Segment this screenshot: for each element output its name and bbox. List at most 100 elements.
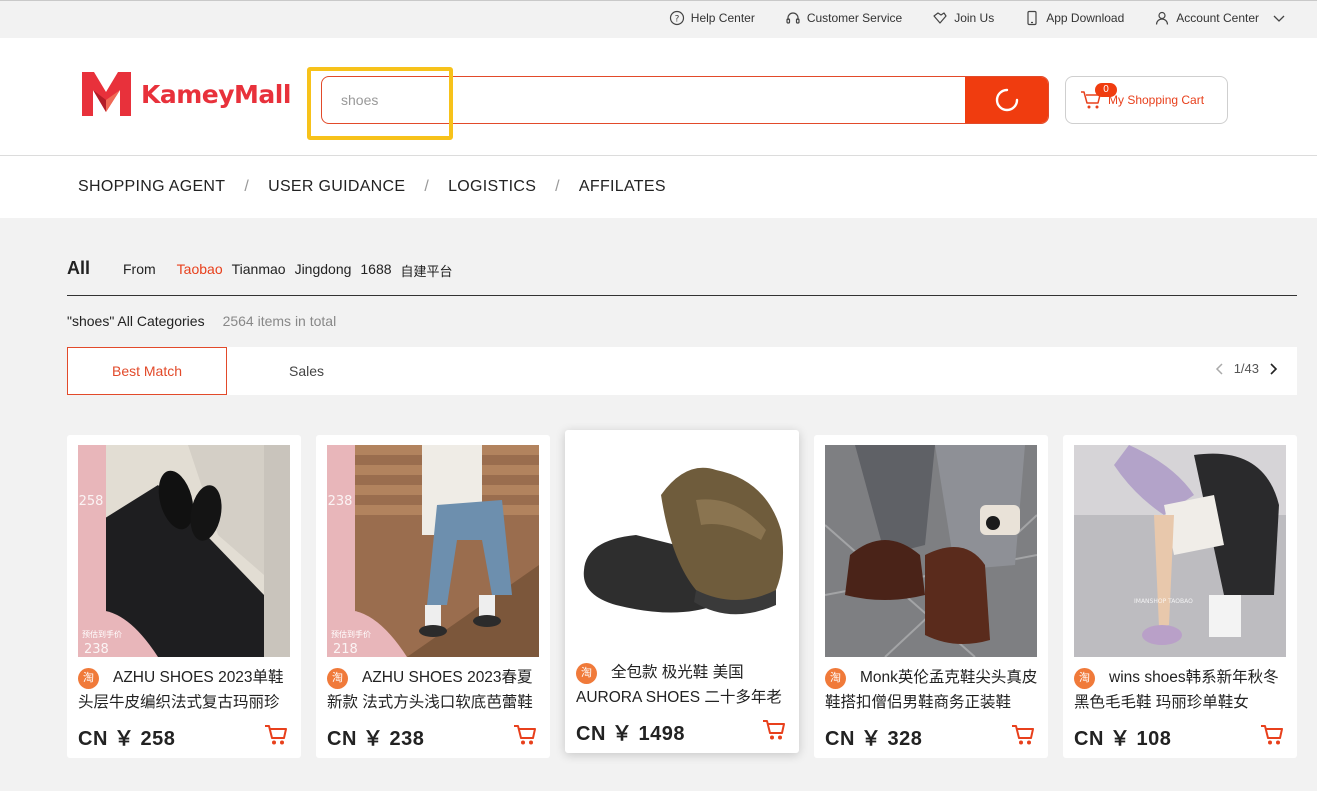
add-to-cart-button[interactable] <box>762 719 786 746</box>
product-title[interactable]: 淘 wins shoes韩系新年秋冬 黑色毛毛鞋 玛丽珍单鞋女 <box>1074 665 1288 715</box>
product-title-text: Monk英伦孟克鞋尖头真皮鞋搭扣僧侣男鞋商务正装鞋 <box>825 669 1038 711</box>
pager: 1/43 <box>1214 361 1279 376</box>
customer-service-label: Customer Service <box>806 11 903 25</box>
chevron-down-icon <box>1273 15 1285 22</box>
product-title-text: AZHU SHOES 2023单鞋头层牛皮编织法式复古玛丽珍鞋 <box>78 669 284 711</box>
svg-text:258: 258 <box>79 494 104 509</box>
svg-text:238: 238 <box>84 642 109 657</box>
source-jingdong[interactable]: Jingdong <box>295 261 352 280</box>
search-button[interactable] <box>965 77 1048 123</box>
phone-icon <box>1027 10 1037 26</box>
nav-logistics[interactable]: LOGISTICS <box>448 178 536 196</box>
product-card[interactable]: 238 预估到手价 218 淘 AZHU SHOES 2023春夏新款 法式方头浅… <box>316 435 550 758</box>
taobao-badge-icon: 淘 <box>576 663 597 684</box>
product-title[interactable]: 淘 Monk英伦孟克鞋尖头真皮鞋搭扣僧侣男鞋商务正装鞋 <box>825 665 1039 715</box>
product-image[interactable]: 238 预估到手价 218 <box>327 445 539 657</box>
product-price: CN ￥ 238 <box>327 728 425 750</box>
product-photo-shoes-5: IMANSHOP TAOBAO <box>1074 445 1286 657</box>
product-image[interactable] <box>825 445 1037 657</box>
search-input[interactable] <box>322 77 967 123</box>
cart-icon <box>514 725 536 745</box>
add-to-cart-button[interactable] <box>1260 724 1284 751</box>
nav-separator: / <box>244 178 250 195</box>
loading-spinner-icon <box>995 88 1018 112</box>
product-title-text: wins shoes韩系新年秋冬 黑色毛毛鞋 玛丽珍单鞋女 <box>1074 669 1279 711</box>
site-logo[interactable]: KameyMall <box>82 72 291 116</box>
question-circle-icon: ? <box>669 10 684 26</box>
source-filter: From Taobao Tianmao Jingdong 1688 自建平台 <box>123 261 453 280</box>
source-1688[interactable]: 1688 <box>360 261 391 280</box>
customer-service-link[interactable]: Customer Service <box>785 10 902 26</box>
product-image[interactable] <box>576 440 788 652</box>
chevron-left-icon <box>1215 362 1223 375</box>
cart-count-badge: 0 <box>1095 83 1117 97</box>
help-center-link[interactable]: ? Help Center <box>669 10 755 26</box>
cart-icon <box>265 725 287 745</box>
product-title-text: AZHU SHOES 2023春夏新款 法式方头浅口软底芭蕾鞋 <box>327 669 533 711</box>
taobao-badge-icon: 淘 <box>78 668 99 689</box>
result-query: "shoes" All Categories <box>67 313 205 329</box>
app-download-label: App Download <box>1046 11 1125 25</box>
product-photo-shoes-2: 238 预估到手价 218 <box>327 445 539 657</box>
prev-page-button[interactable] <box>1214 362 1226 376</box>
sort-sales[interactable]: Sales <box>289 363 324 379</box>
next-page-button[interactable] <box>1267 362 1279 376</box>
search-bar <box>321 76 1049 124</box>
product-title[interactable]: 淘 AZHU SHOES 2023春夏新款 法式方头浅口软底芭蕾鞋 <box>327 665 541 715</box>
join-us-link[interactable]: Join Us <box>932 10 994 26</box>
filter-divider <box>67 295 1297 296</box>
join-us-label: Join Us <box>954 11 995 25</box>
svg-text:预估到手价: 预估到手价 <box>331 629 371 639</box>
filter-all-tab[interactable]: All <box>67 258 90 279</box>
svg-text:238: 238 <box>328 494 353 509</box>
source-taobao[interactable]: Taobao <box>177 261 223 280</box>
account-center-link[interactable]: Account Center <box>1154 10 1287 26</box>
source-self-built[interactable]: 自建平台 <box>401 261 453 280</box>
add-to-cart-button[interactable] <box>264 724 288 751</box>
nav-shopping-agent[interactable]: SHOPPING AGENT <box>78 178 225 196</box>
product-title[interactable]: 淘全包款 极光鞋 美国 AURORA SHOES 二十多年老品牌 <box>576 660 790 710</box>
product-card[interactable]: IMANSHOP TAOBAO 淘 wins shoes韩系新年秋冬 黑色毛毛鞋 … <box>1063 435 1297 758</box>
utility-bar: ? Help Center Customer Service Join Us A… <box>0 0 1317 38</box>
help-center-label: Help Center <box>690 11 755 25</box>
sort-best-match[interactable]: Best Match <box>67 347 227 395</box>
handshake-icon <box>933 12 947 24</box>
sort-bar: Best Match Sales 1/43 <box>67 347 1297 395</box>
taobao-badge-icon: 淘 <box>1074 668 1095 689</box>
svg-text:预估到手价: 预估到手价 <box>82 629 122 639</box>
main-nav: SHOPPING AGENT / USER GUIDANCE / LOGISTI… <box>0 156 1317 218</box>
utility-links: ? Help Center Customer Service Join Us A… <box>669 10 1287 26</box>
cart-icon <box>1261 725 1283 745</box>
product-image[interactable]: 258 预估到手价 238 <box>78 445 290 657</box>
product-price: CN ￥ 258 <box>78 728 176 750</box>
nav-user-guidance[interactable]: USER GUIDANCE <box>268 178 405 196</box>
nav-separator: / <box>555 178 560 195</box>
add-to-cart-button[interactable] <box>513 724 537 751</box>
product-card[interactable]: 258 预估到手价 238 淘 AZHU SHOES 2023单鞋头层牛皮编织法式… <box>67 435 301 758</box>
product-title[interactable]: 淘AZHU SHOES 2023单鞋头层牛皮编织法式复古玛丽珍鞋 <box>78 665 292 715</box>
cart-label: My Shopping Cart <box>1108 93 1205 107</box>
account-center-label: Account Center <box>1176 11 1259 25</box>
product-card[interactable]: 淘全包款 极光鞋 美国 AURORA SHOES 二十多年老品牌 CN ￥ 14… <box>565 430 799 753</box>
product-photo-shoes-1: 258 预估到手价 238 <box>78 445 290 657</box>
svg-text:218: 218 <box>333 642 358 657</box>
product-title-text: 全包款 极光鞋 美国 AURORA SHOES 二十多年老品牌 <box>576 664 782 706</box>
source-tianmao[interactable]: Tianmao <box>232 261 286 280</box>
app-download-link[interactable]: App Download <box>1024 10 1124 26</box>
logo-text: KameyMall <box>141 79 291 109</box>
product-price: CN ￥ 328 <box>825 728 923 750</box>
product-image[interactable]: IMANSHOP TAOBAO <box>1074 445 1286 657</box>
add-to-cart-button[interactable] <box>1011 724 1035 751</box>
shopping-cart-button[interactable]: 0 My Shopping Cart <box>1065 76 1228 124</box>
source-filter-label: From <box>123 261 156 277</box>
nav-affiliates[interactable]: AFFILATES <box>579 178 666 196</box>
taobao-badge-icon: 淘 <box>825 668 846 689</box>
cart-icon <box>1012 725 1034 745</box>
product-photo-shoes-4 <box>825 445 1037 657</box>
headset-icon <box>786 12 800 24</box>
chevron-right-icon <box>1270 362 1278 375</box>
product-card[interactable]: 淘 Monk英伦孟克鞋尖头真皮鞋搭扣僧侣男鞋商务正装鞋 CN ￥ 328 <box>814 435 1048 758</box>
nav-separator: / <box>424 178 430 195</box>
svg-text:IMANSHOP TAOBAO: IMANSHOP TAOBAO <box>1134 598 1193 605</box>
cart-icon <box>763 720 785 740</box>
